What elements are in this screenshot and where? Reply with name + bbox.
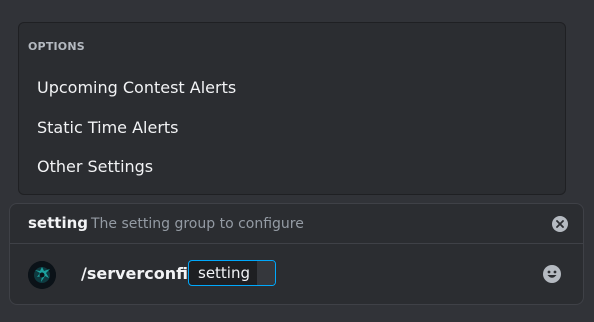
parameter-description: The setting group to configure [91,216,304,232]
command-bar: setting The setting group to configure /… [9,203,584,305]
bot-avatar-icon [28,261,56,289]
option-static-time-alerts[interactable]: Static Time Alerts [37,118,179,137]
emoji-smile-icon[interactable] [542,264,562,284]
close-icon[interactable] [552,216,568,232]
options-header: OPTIONS [28,40,85,53]
options-popup: OPTIONS Upcoming Contest Alerts Static T… [18,22,566,195]
parameter-name: setting [28,214,88,232]
option-upcoming-contest-alerts[interactable]: Upcoming Contest Alerts [37,78,236,97]
parameter-chip-label: setting [198,264,251,282]
parameter-info-row: setting The setting group to configure [10,204,583,244]
parameter-value-field[interactable] [257,261,275,285]
command-input-row[interactable]: /serverconfig setting [10,244,583,304]
setting-parameter-chip[interactable]: setting [188,260,276,286]
option-other-settings[interactable]: Other Settings [37,157,153,176]
command-name: /serverconfig [81,264,200,283]
